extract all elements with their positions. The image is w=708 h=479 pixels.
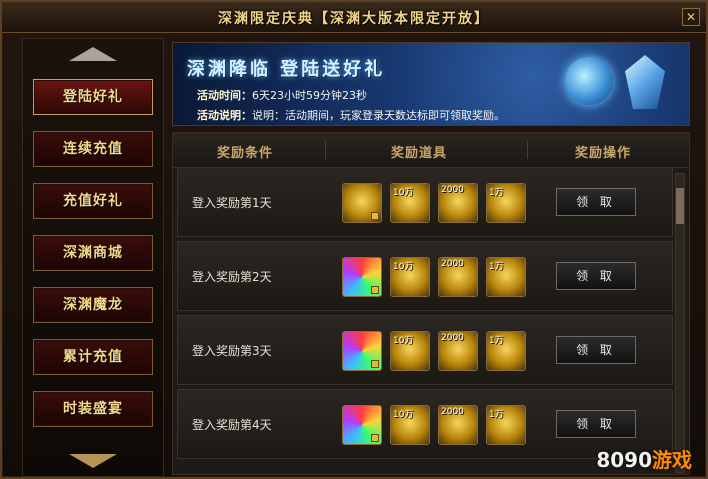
banner-heading: 深渊降临 登陆送好礼 [187,59,386,80]
event-time-value: 6天23小时59分钟23秒 [252,89,367,102]
reward-scrollbar[interactable] [675,173,685,473]
gold-bar-icon[interactable]: 2000 [438,257,478,297]
rainbow-gem-icon[interactable] [342,405,382,445]
close-button[interactable]: ✕ [682,8,700,26]
header-items: 奖励道具 [391,146,448,161]
gold-key-icon[interactable] [342,183,382,223]
gold-ingot-icon[interactable]: 10万 [390,257,430,297]
item-qty: 10万 [393,336,414,346]
header-divider [527,141,528,159]
item-qty: 1万 [489,336,504,346]
sidebar-item-cumulative-recharge[interactable]: 累计充值 [33,339,153,375]
title-bar: 深渊限定庆典【深渊大版本限定开放】 ✕ [2,2,706,33]
event-time-label: 活动时间： [197,89,252,102]
claim-button[interactable]: 领 取 [556,262,636,290]
sidebar-item-abyss-shop[interactable]: 深渊商城 [33,235,153,271]
lock-icon [371,434,379,442]
event-time: 活动时间：6天23小时59分钟23秒 [197,87,367,103]
table-row: 登入奖励第3天 10万 2000 1万 领 取 [177,315,673,385]
event-desc-value: 说明：活动期间，玩家登录天数达标即可领取奖励。 [252,109,505,122]
gold-ingot-icon[interactable]: 10万 [390,405,430,445]
rainbow-gem-icon[interactable] [342,331,382,371]
coin-sack-icon[interactable]: 1万 [486,183,526,223]
reward-table-header: 奖励条件 奖励道具 奖励操作 [173,133,689,168]
crystal-shard-icon [625,55,665,109]
coin-sack-icon[interactable]: 1万 [486,331,526,371]
site-watermark-logo: 8090游戏 [596,444,692,473]
scrollbar-thumb[interactable] [676,188,684,224]
event-window: 深渊限定庆典【深渊大版本限定开放】 ✕ 登陆好礼 连续充值 充值好礼 深渊商城 … [0,0,708,479]
item-qty: 2000 [441,407,464,417]
sidebar-item-abyss-dragon[interactable]: 深渊魔龙 [33,287,153,323]
claim-button[interactable]: 领 取 [556,188,636,216]
event-description: 活动说明：说明：活动期间，玩家登录天数达标即可领取奖励。 [197,107,505,123]
scroll-up-arrow-icon[interactable] [69,47,117,61]
watermark-number: 8090 [596,448,652,472]
header-action: 奖励操作 [575,146,632,161]
event-sidebar: 登陆好礼 连续充值 充值好礼 深渊商城 深渊魔龙 累计充值 时装盛宴 [22,38,164,477]
row-condition: 登入奖励第3天 [192,344,272,358]
lock-icon [371,286,379,294]
row-condition: 登入奖励第2天 [192,270,272,284]
window-title: 深渊限定庆典【深渊大版本限定开放】 [218,11,490,27]
blue-orb-icon [565,57,613,105]
claim-button[interactable]: 领 取 [556,410,636,438]
reward-table: 奖励条件 奖励道具 奖励操作 登入奖励第1天 10万 2000 1万 领 取 登… [172,132,690,475]
sidebar-item-login-gift[interactable]: 登陆好礼 [33,79,153,115]
sidebar-item-recharge-gift[interactable]: 充值好礼 [33,183,153,219]
rainbow-gem-icon[interactable] [342,257,382,297]
item-qty: 10万 [393,410,414,420]
table-row: 登入奖励第2天 10万 2000 1万 领 取 [177,241,673,311]
sidebar-item-continuous-recharge[interactable]: 连续充值 [33,131,153,167]
gold-ingot-icon[interactable]: 10万 [390,183,430,223]
gold-bar-icon[interactable]: 2000 [438,331,478,371]
lock-icon [371,360,379,368]
row-condition: 登入奖励第4天 [192,418,272,432]
coin-sack-icon[interactable]: 1万 [486,405,526,445]
header-divider [325,141,326,159]
coin-sack-icon[interactable]: 1万 [486,257,526,297]
item-qty: 10万 [393,262,414,272]
item-qty: 1万 [489,188,504,198]
item-qty: 2000 [441,333,464,343]
item-qty: 1万 [489,410,504,420]
sidebar-item-fashion-feast[interactable]: 时装盛宴 [33,391,153,427]
scroll-down-arrow-icon[interactable] [69,454,117,468]
item-qty: 1万 [489,262,504,272]
gold-bar-icon[interactable]: 2000 [438,183,478,223]
watermark-text: 游戏 [652,448,692,472]
table-row: 登入奖励第1天 10万 2000 1万 领 取 [177,167,673,237]
row-condition: 登入奖励第1天 [192,196,272,210]
header-condition: 奖励条件 [217,146,274,161]
lock-icon [371,212,379,220]
claim-button[interactable]: 领 取 [556,336,636,364]
item-qty: 2000 [441,259,464,269]
gold-bar-icon[interactable]: 2000 [438,405,478,445]
event-banner: 深渊降临 登陆送好礼 活动时间：6天23小时59分钟23秒 活动说明：说明：活动… [172,42,690,126]
event-desc-label: 活动说明： [197,109,252,122]
item-qty: 2000 [441,185,464,195]
gold-ingot-icon[interactable]: 10万 [390,331,430,371]
item-qty: 10万 [393,188,414,198]
